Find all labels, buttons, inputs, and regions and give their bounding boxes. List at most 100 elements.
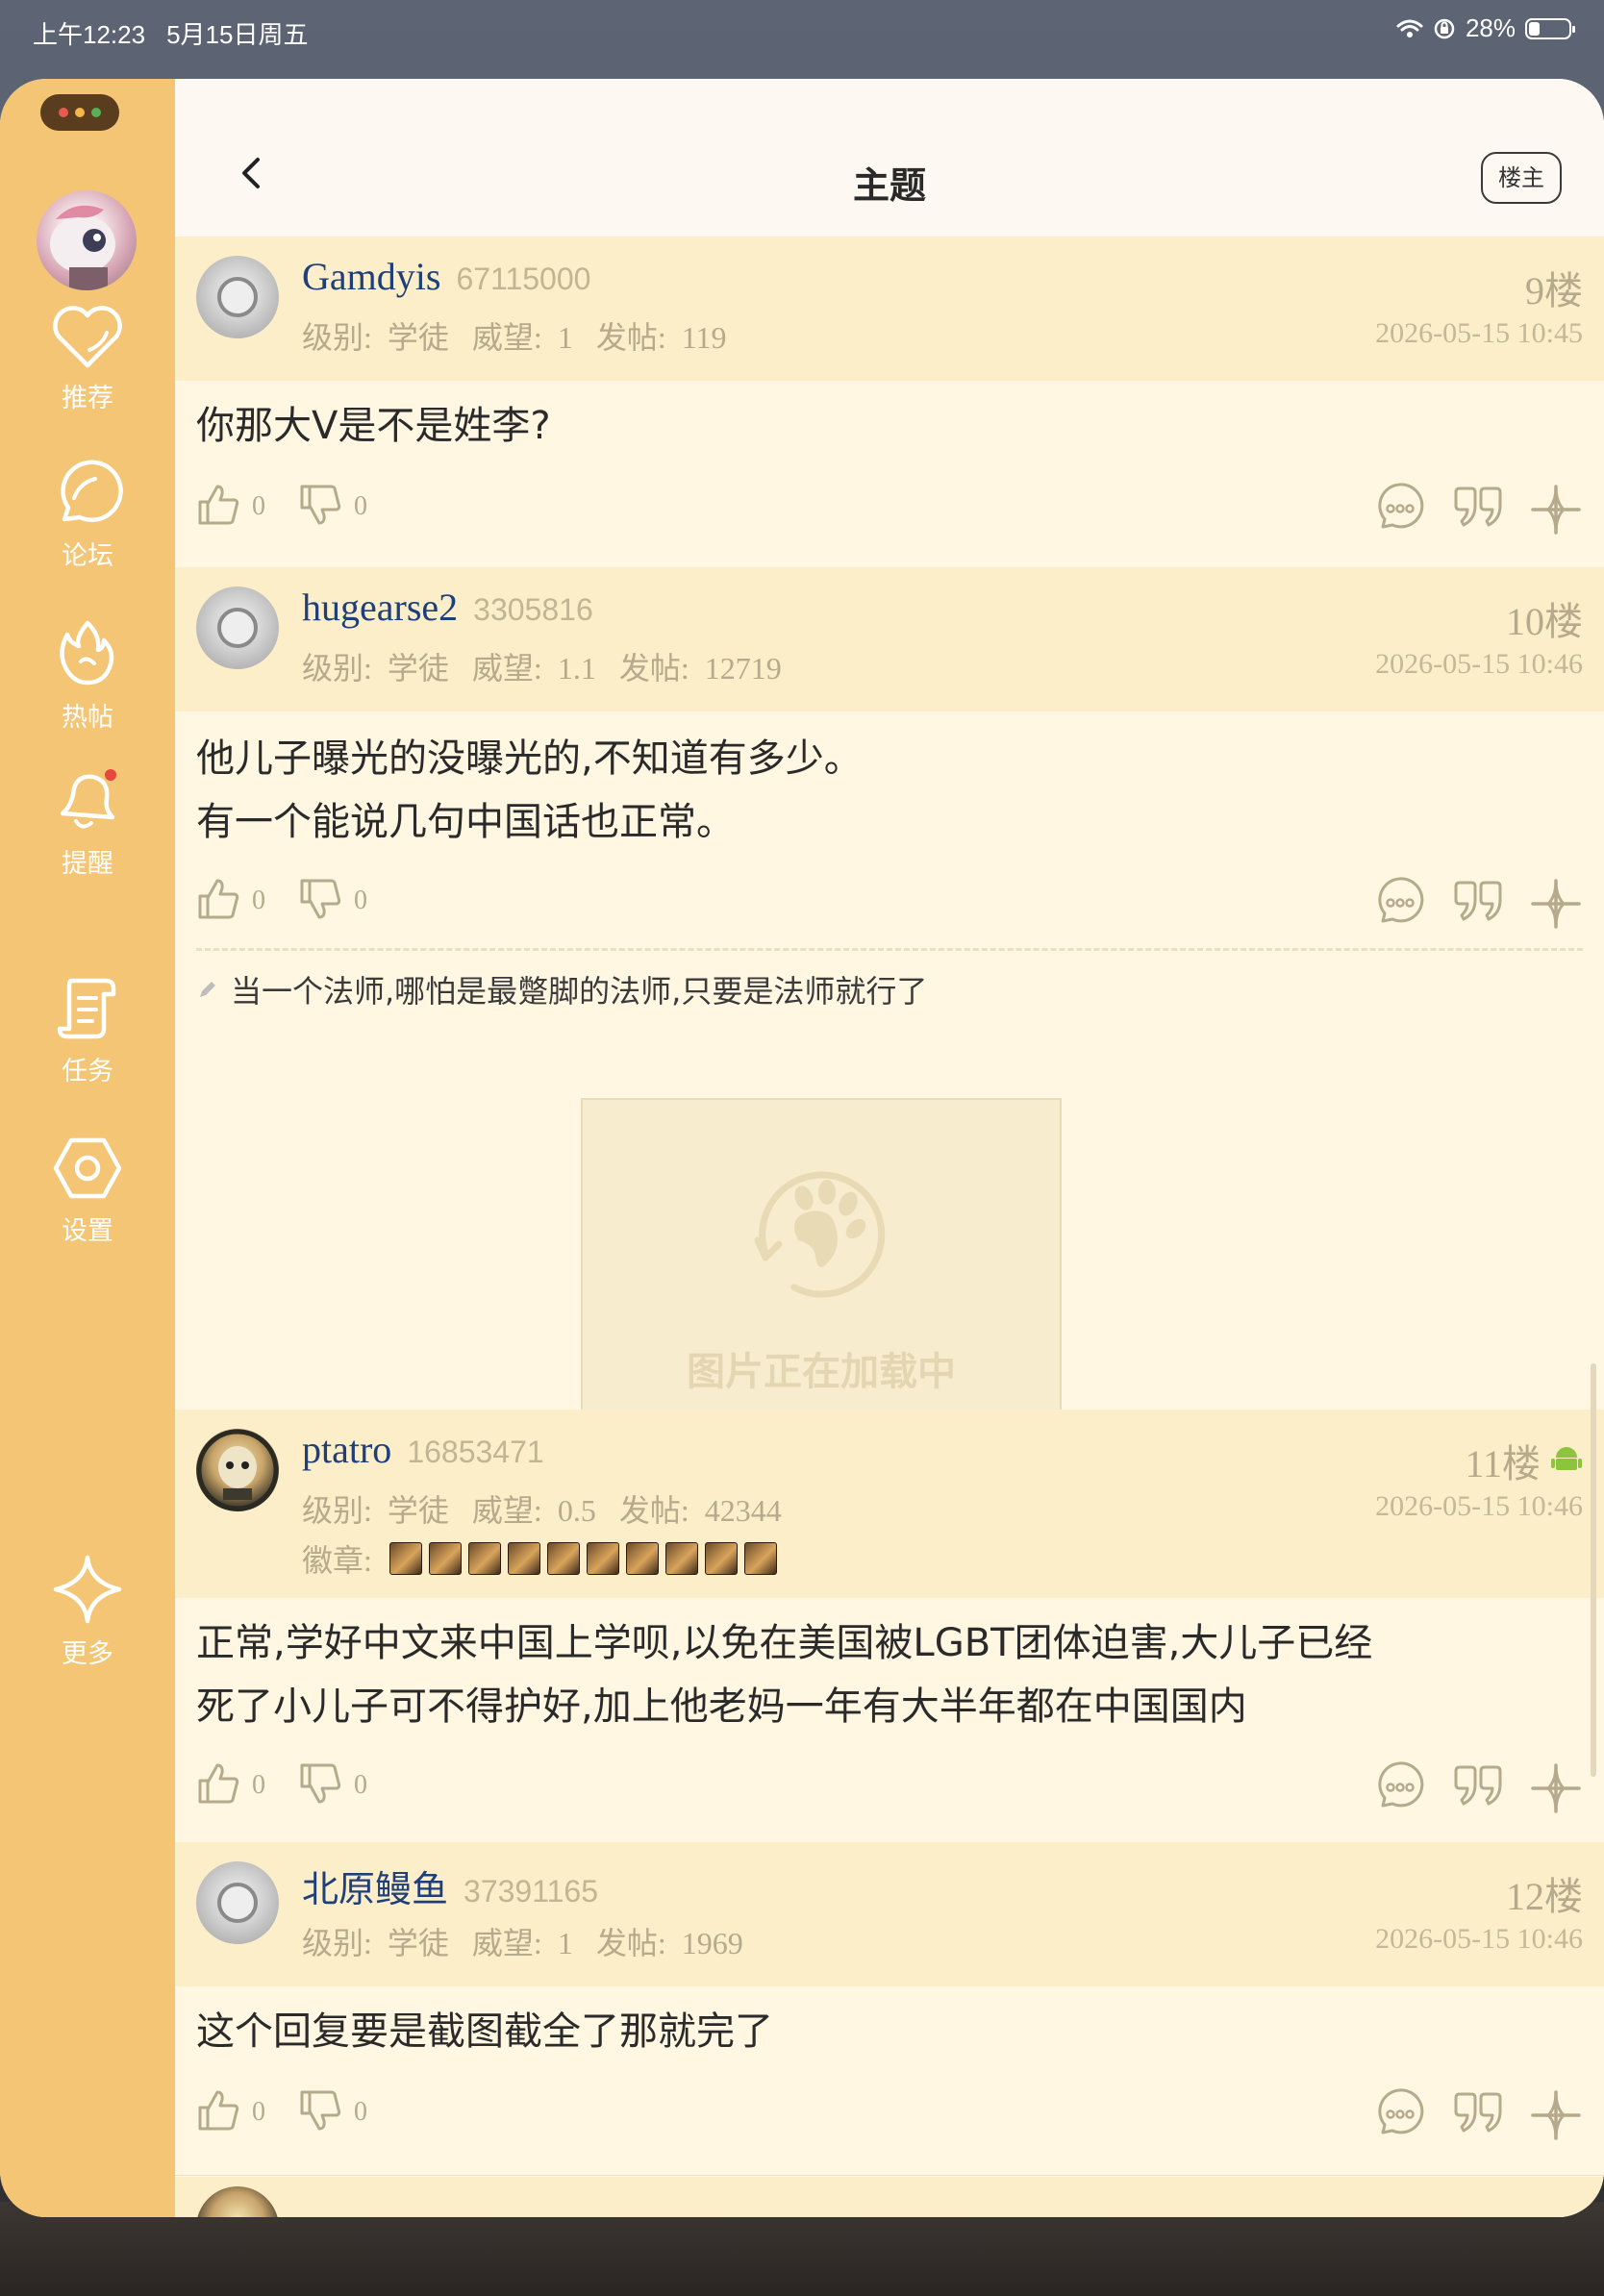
badge-icon[interactable] [625,1542,659,1575]
more-button[interactable] [1529,2088,1583,2146]
user-level: 学徒 [387,1926,449,1960]
post-content: 正常,学好中文来中国上学呗,以免在美国被LGBT团体迫害,大儿子已经 死了小儿子… [196,1611,1583,1738]
post-actions: 00 [196,877,1583,931]
post-author[interactable]: Gamdyis 67115000 [302,254,590,299]
avatar-illustration [196,1429,279,1511]
badge-icon[interactable] [507,1542,540,1575]
thumbs-up-icon [196,877,240,925]
post-time: 2026-05-15 10:45 [1375,317,1583,349]
quote-button[interactable] [1450,877,1504,935]
badge-icon[interactable] [428,1542,462,1575]
user-post-count: 1969 [681,1926,743,1960]
signature-divider [196,948,1583,951]
user-avatar[interactable] [37,190,137,290]
post-author[interactable]: 北原鳗鱼 37391165 [302,1859,598,1912]
post-header: Gamdyis 67115000 级别: 学徒 威望: 1 发帖: 119 9楼 202… [175,237,1604,382]
dislike-button[interactable]: 0 [298,2088,367,2136]
dislike-button[interactable]: 0 [298,483,367,531]
badge-icon[interactable] [467,1542,501,1575]
window-menu-dots[interactable] [40,94,119,131]
op-only-button[interactable]: 楼主 [1481,152,1562,204]
sidebar-item-forum[interactable]: 论坛 [0,460,175,572]
user-meta: 级别: 学徒 威望: 0.5 发帖: 42344 [302,1493,782,1528]
post-actions: 00 [196,483,1583,537]
image-placeholder[interactable]: 图片正在加载中 [581,1098,1062,1435]
badge-icon[interactable] [664,1542,698,1575]
comment-icon [1373,1761,1425,1817]
status-time: 上午12:23 [33,20,146,49]
sidebar-item-recommend[interactable]: 推荐 [0,306,175,414]
avatar[interactable] [196,586,279,669]
avatar[interactable] [196,1429,279,1511]
post-body: 你那大V是不是姓李? 00 [175,381,1604,568]
post-author[interactable]: hugearse2 3305816 [302,585,593,630]
post-next-partial [175,2177,1604,2217]
quote-button[interactable] [1450,2088,1504,2146]
more-options-icon [1529,879,1583,935]
comment-icon [1373,2088,1425,2144]
sidebar-item-label: 任务 [62,1057,113,1086]
post-content: 这个回复要是截图截全了那就完了 [196,2000,1583,2063]
sidebar-item-more[interactable]: 更多 [0,1554,175,1670]
post-time: 2026-05-15 10:46 [1375,1490,1583,1522]
more-button[interactable] [1529,1761,1583,1819]
thumbs-up-icon [196,483,240,531]
wifi-icon [1396,19,1423,37]
avatar[interactable] [196,1861,279,1944]
dislike-button[interactable]: 0 [298,877,367,925]
scrollbar[interactable] [1591,1363,1596,1777]
user-prestige: 0.5 [557,1493,596,1528]
quote-icon [1450,487,1504,535]
post-header: hugearse2 3305816 级别: 学徒 威望: 1.1 发帖: 12719 1… [175,567,1604,712]
thumbs-down-icon [298,483,342,531]
dislike-count: 0 [354,491,367,521]
avatar[interactable] [196,2186,279,2217]
more-options-icon [1529,2090,1583,2146]
sidebar-item-notifications[interactable]: 提醒 [0,767,175,880]
dot-green [91,108,101,117]
sidebar-item-hot[interactable]: 热帖 [0,617,175,734]
image-loading-text: 图片正在加载中 [687,1350,956,1394]
user-signature: 当一个法师,哪怕是最蹩脚的法师,只要是法师就行了 [196,967,927,1011]
comment-button[interactable] [1373,877,1425,935]
badge-icon[interactable] [586,1542,619,1575]
user-id: 16853471 [407,1435,544,1469]
user-prestige: 1 [557,320,573,355]
like-button[interactable]: 0 [196,877,265,925]
post-body: 他儿子曝光的没曝光的,不知道有多少。 有一个能说几句中国话也正常。 00 当一个… [175,711,1604,1435]
dislike-button[interactable]: 0 [298,1761,367,1809]
comment-button[interactable] [1373,1761,1425,1819]
avatar-illustration [50,205,115,290]
comment-button[interactable] [1373,2088,1425,2146]
more-button[interactable] [1529,483,1583,540]
thumbs-up-icon [196,2088,240,2136]
sidebar-item-tasks[interactable]: 任务 [0,973,175,1087]
sidebar-item-settings[interactable]: 设置 [0,1135,175,1247]
like-count: 0 [252,1770,265,1800]
quote-button[interactable] [1450,1761,1504,1819]
post-time: 2026-05-15 10:46 [1375,1923,1583,1955]
badge-icon[interactable] [388,1542,422,1575]
comment-button[interactable] [1373,483,1425,540]
like-count: 0 [252,886,265,915]
like-button[interactable]: 0 [196,2088,265,2136]
badge-icon[interactable] [546,1542,580,1575]
thumbs-down-icon [298,1761,342,1809]
badge-icon[interactable] [743,1542,777,1575]
badge-list [388,1542,777,1575]
avatar[interactable] [196,256,279,338]
quote-button[interactable] [1450,483,1504,540]
flame-icon [60,620,114,686]
android-icon [1551,1447,1582,1470]
post-author[interactable]: ptatro 16853471 [302,1427,544,1472]
badge-icon[interactable] [704,1542,738,1575]
like-button[interactable]: 0 [196,483,265,531]
like-button[interactable]: 0 [196,1761,265,1809]
more-button[interactable] [1529,877,1583,935]
quote-icon [1450,1765,1504,1813]
post-time: 2026-05-15 10:46 [1375,648,1583,680]
user-level: 学徒 [387,651,449,686]
like-count: 0 [252,491,265,521]
page-title: 主题 [852,164,926,207]
user-id: 67115000 [456,262,591,296]
